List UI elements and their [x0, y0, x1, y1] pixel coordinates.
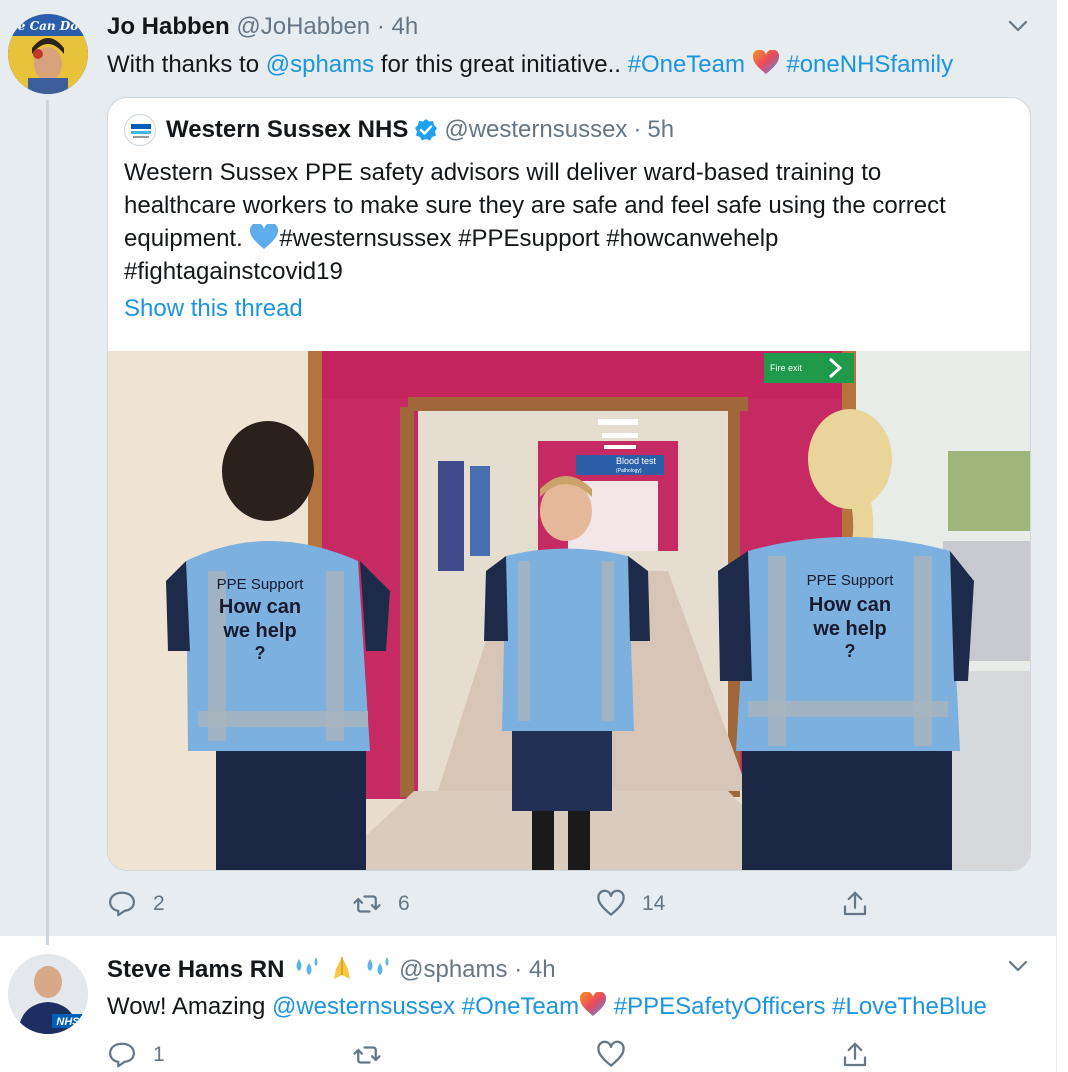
quoted-line: healthcare workers to make sure they are…: [124, 192, 946, 219]
quoted-tweet[interactable]: Western Sussex NHS @westernsussex · 5h W…: [107, 97, 1031, 871]
text-segment: Wow! Amazing: [107, 993, 272, 1020]
nhs-logo-text: NHS: [56, 1016, 80, 1028]
text-segment: for this great initiative..: [374, 51, 628, 78]
avatar-jo-text: e Can Do: [18, 19, 78, 33]
reply-icon: [109, 1042, 135, 1068]
tweet1-text: With thanks to @sphams for this great in…: [107, 50, 953, 79]
hashtag-link[interactable]: #PPESafetyOfficers: [614, 993, 826, 1020]
quoted-time[interactable]: 5h: [647, 116, 674, 144]
share-button[interactable]: [840, 1040, 870, 1070]
quoted-handle[interactable]: @westernsussex: [444, 116, 627, 144]
text-segment: With thanks to: [107, 51, 266, 78]
hashtag-link[interactable]: #LoveTheBlue: [832, 993, 987, 1020]
quoted-header: Western Sussex NHS @westernsussex · 5h: [166, 116, 674, 144]
author-name[interactable]: Steve Hams RN: [107, 956, 284, 983]
reply-count: 1: [153, 1043, 165, 1066]
mention-link[interactable]: @westernsussex: [272, 993, 455, 1020]
quoted-hashtag[interactable]: #fightagainstcovid19: [124, 255, 1014, 288]
tweet2-header: Steve Hams RN @sphams · 4h: [107, 955, 556, 984]
reply-count: 2: [153, 892, 165, 915]
chevron-down-icon[interactable]: [1004, 956, 1032, 976]
share-icon: [843, 1042, 867, 1067]
vest-text: we help: [812, 618, 886, 640]
tweet-jo-habben[interactable]: e Can Do Jo Habben @JoHabben · 4h With t…: [0, 0, 1056, 945]
blue-heart-icon: [250, 222, 279, 249]
vest-text: PPE Support: [217, 576, 305, 593]
reply-icon: [109, 891, 135, 917]
show-thread-link[interactable]: Show this thread: [124, 295, 303, 323]
like-button[interactable]: 14: [596, 889, 665, 919]
avatar-jo-habben[interactable]: e Can Do: [8, 14, 88, 94]
tweet1-header: Jo Habben @JoHabben · 4h: [107, 13, 418, 41]
right-edge: [1056, 0, 1068, 1072]
orange-blue-heart-icon: [752, 50, 779, 74]
vest-text: ?: [255, 643, 266, 663]
tweet2-text: Wow! Amazing @westernsussex #OneTeam #PP…: [107, 992, 987, 1021]
folded-hands-icon: [333, 957, 350, 979]
blood-test-text: Blood test: [616, 456, 657, 466]
vest-text: PPE Support: [807, 572, 895, 589]
mention-link[interactable]: @sphams: [266, 51, 374, 78]
quoted-line: equipment. #westernsussex #PPEsupport #h…: [124, 222, 1014, 255]
retweet-count: 6: [398, 892, 410, 915]
vest-text: How can: [809, 594, 891, 616]
retweet-icon: [353, 1046, 381, 1064]
like-count: 14: [642, 892, 666, 915]
orange-blue-heart-icon: [580, 992, 607, 1016]
reply-button[interactable]: 1: [107, 1040, 165, 1070]
verified-badge-icon: [415, 119, 438, 141]
separator-dot: ·: [376, 13, 385, 40]
author-name[interactable]: Jo Habben: [107, 13, 230, 40]
hashtag-link[interactable]: #OneTeam: [455, 993, 579, 1020]
separator-dot: ·: [514, 956, 523, 983]
vest-text: we help: [222, 620, 296, 642]
thread-line: [46, 100, 49, 945]
author-handle[interactable]: @sphams: [399, 956, 507, 983]
retweet-icon: [353, 895, 381, 913]
vest-text: How can: [219, 596, 301, 618]
share-icon: [843, 891, 867, 916]
fire-exit-text: Fire exit: [770, 363, 803, 373]
author-handle[interactable]: @JoHabben: [236, 13, 370, 40]
quoted-line: Western Sussex PPE safety advisors will …: [124, 159, 882, 186]
reply-button[interactable]: 2: [107, 889, 165, 919]
like-button[interactable]: [596, 1040, 626, 1070]
hashtag-link[interactable]: #OneTeam: [628, 51, 745, 78]
avatar-steve-hams[interactable]: NHS: [8, 954, 88, 1034]
quoted-author-name[interactable]: Western Sussex NHS: [166, 116, 408, 144]
separator-dot: ·: [633, 116, 642, 143]
quoted-text: Western Sussex PPE safety advisors will …: [124, 156, 1014, 288]
vest-text: ?: [845, 641, 856, 661]
retweet-button[interactable]: [352, 1040, 382, 1070]
text-segment: equipment.: [124, 225, 250, 252]
heart-icon: [597, 1040, 625, 1067]
chevron-down-icon[interactable]: [1004, 16, 1032, 36]
share-button[interactable]: [840, 889, 870, 919]
sweat-droplets-icon: [296, 957, 318, 975]
tweet-time[interactable]: 4h: [391, 13, 418, 40]
ppe-team-photo[interactable]: Blood test (Pathology) Fire exit PPE Sup…: [108, 351, 1031, 871]
retweet-button[interactable]: 6: [352, 889, 410, 919]
blood-test-subtext: (Pathology): [616, 468, 642, 474]
avatar-western-sussex[interactable]: [124, 114, 156, 146]
heart-icon: [597, 889, 625, 916]
hashtag-link[interactable]: #oneNHSfamily: [786, 51, 953, 78]
tweet-time[interactable]: 4h: [529, 956, 556, 983]
quoted-hashtags[interactable]: #westernsussex #PPEsupport #howcanwehelp: [279, 225, 778, 252]
sweat-droplets-icon: [367, 957, 389, 975]
